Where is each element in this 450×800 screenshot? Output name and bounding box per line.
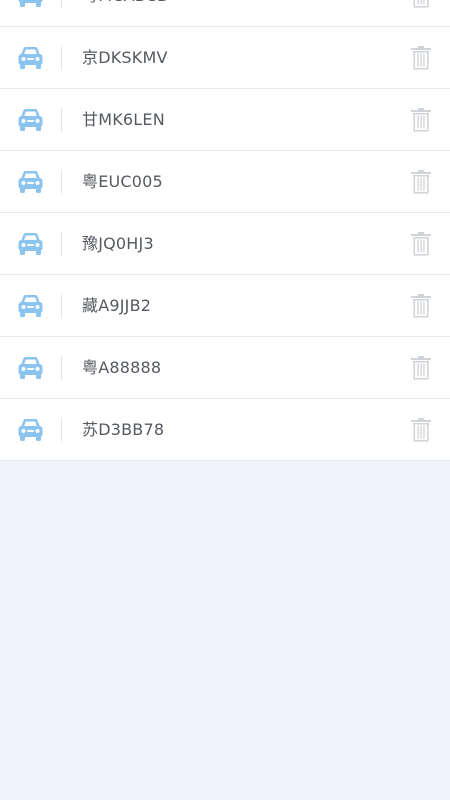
car-icon bbox=[17, 417, 44, 443]
trash-icon[interactable] bbox=[410, 45, 432, 71]
trash-icon[interactable] bbox=[410, 107, 432, 133]
row-divider bbox=[61, 294, 62, 318]
row-divider bbox=[61, 0, 62, 8]
trash-icon[interactable] bbox=[410, 0, 432, 9]
row-divider bbox=[61, 108, 62, 132]
plate-number: 京DKSKMV bbox=[82, 48, 168, 67]
trash-icon[interactable] bbox=[410, 231, 432, 257]
trash-icon[interactable] bbox=[410, 169, 432, 195]
row-divider bbox=[61, 232, 62, 256]
car-icon bbox=[17, 0, 44, 9]
row-divider bbox=[61, 356, 62, 380]
car-icon bbox=[17, 169, 44, 195]
plate-number: 粤MCABCD bbox=[82, 0, 170, 27]
plate-number: 粤EUC005 bbox=[82, 172, 163, 191]
plate-number: 藏A9JJB2 bbox=[82, 296, 152, 315]
car-icon bbox=[17, 293, 44, 319]
plate-number: 苏D3BB78 bbox=[82, 420, 165, 439]
vehicle-row[interactable]: 京DKSKMV bbox=[0, 27, 450, 89]
vehicle-row[interactable]: 藏A9JJB2 bbox=[0, 275, 450, 337]
car-icon bbox=[17, 231, 44, 257]
plate-number: 甘MK6LEN bbox=[82, 110, 165, 129]
car-icon bbox=[17, 107, 44, 133]
car-icon bbox=[17, 45, 44, 71]
trash-icon[interactable] bbox=[410, 293, 432, 319]
trash-icon[interactable] bbox=[410, 355, 432, 381]
row-divider bbox=[61, 170, 62, 194]
empty-area bbox=[0, 466, 450, 800]
vehicle-row[interactable]: 粤MCABCD bbox=[0, 0, 450, 27]
vehicle-row[interactable]: 苏D3BB78 bbox=[0, 399, 450, 461]
trash-icon[interactable] bbox=[410, 417, 432, 443]
vehicle-list: 粤MCABCD 京DKSKMV 甘MK6LEN 粤EUC005 bbox=[0, 0, 450, 461]
vehicle-row[interactable]: 豫JQ0HJ3 bbox=[0, 213, 450, 275]
row-divider bbox=[61, 46, 62, 70]
car-icon bbox=[17, 355, 44, 381]
row-divider bbox=[61, 418, 62, 442]
plate-number: 粤A88888 bbox=[82, 358, 162, 377]
vehicle-row[interactable]: 甘MK6LEN bbox=[0, 89, 450, 151]
vehicle-row[interactable]: 粤A88888 bbox=[0, 337, 450, 399]
plate-number: 豫JQ0HJ3 bbox=[82, 234, 154, 253]
vehicle-row[interactable]: 粤EUC005 bbox=[0, 151, 450, 213]
